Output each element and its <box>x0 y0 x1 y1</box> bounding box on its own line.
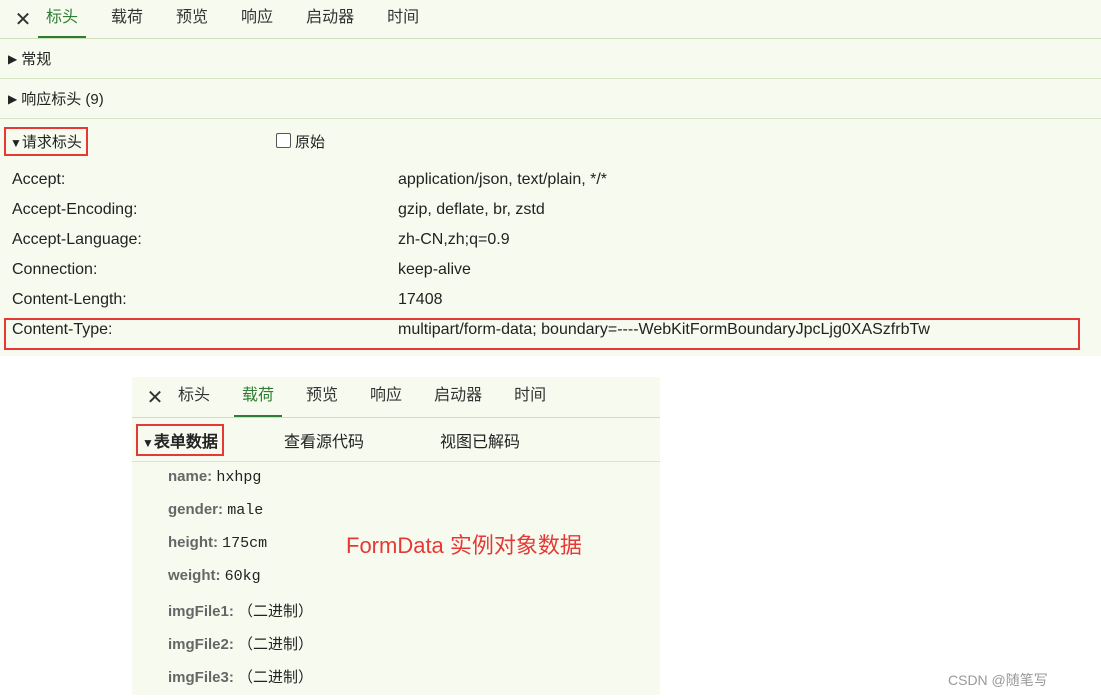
form-field: name: hxhpg <box>168 468 261 486</box>
tab-response[interactable]: 响应 <box>370 377 402 417</box>
tab-headers[interactable]: 标头 <box>38 0 87 38</box>
form-field-key: imgFile1: <box>168 603 234 620</box>
request-headers-highlight: ▼请求标头 <box>4 126 88 156</box>
header-row: Content-Length: 17408 <box>0 286 1101 316</box>
close-icon[interactable]: ✕ <box>132 385 178 410</box>
collapse-triangle-icon: ▼ <box>10 135 22 150</box>
form-field-value: male <box>227 502 264 519</box>
section-response-headers-label: 响应标头 (9) <box>21 91 104 108</box>
form-field-key: name: <box>168 468 213 485</box>
form-field-key: weight: <box>168 567 221 584</box>
form-field-value: 175cm <box>222 535 268 552</box>
form-data-label: 表单数据 <box>153 433 218 451</box>
header-name: Content-Length: <box>12 291 127 308</box>
raw-checkbox[interactable]: 原始 <box>276 131 325 152</box>
tab-bar: ✕ 标头 载荷 预览 响应 启动器 时间 <box>132 377 660 418</box>
form-data-header: ▼表单数据 查看源代码 视图已解码 <box>132 418 660 462</box>
header-row: Accept-Language: zh-CN,zh;q=0.9 <box>0 226 1101 256</box>
header-name: Accept-Language: <box>12 231 142 248</box>
expand-triangle-icon: ▶ <box>8 51 18 66</box>
header-name: Connection: <box>12 261 98 278</box>
section-general-label: 常规 <box>21 51 52 68</box>
tab-preview[interactable]: 预览 <box>176 0 208 38</box>
header-name: Accept-Encoding: <box>12 201 138 218</box>
form-field: imgFile1: （二进制） <box>168 600 313 621</box>
tab-timing[interactable]: 时间 <box>514 377 546 417</box>
header-value: zh-CN,zh;q=0.9 <box>398 231 510 248</box>
raw-checkbox-label: 原始 <box>295 134 326 151</box>
header-name: Accept: <box>12 171 66 188</box>
tab-headers[interactable]: 标头 <box>178 377 210 417</box>
form-field-value: （二进制） <box>238 670 314 687</box>
form-field: gender: male <box>168 501 263 519</box>
tab-response[interactable]: 响应 <box>241 0 273 38</box>
view-source-link[interactable]: 查看源代码 <box>284 428 364 452</box>
section-request-headers-label: 请求标头 <box>21 133 82 151</box>
header-row: Connection: keep-alive <box>0 256 1101 286</box>
headers-panel: ✕ 标头 载荷 预览 响应 启动器 时间 ▶ 常规 ▶ 响应标头 (9) ▼请求… <box>0 0 1101 356</box>
form-field-value: （二进制） <box>238 637 314 654</box>
header-value: keep-alive <box>398 261 471 278</box>
section-request-headers[interactable]: ▼请求标头 原始 <box>0 119 1101 163</box>
formdata-annotation: FormData 实例对象数据 <box>346 533 582 558</box>
content-type-highlight <box>4 318 1080 350</box>
form-field-key: imgFile2: <box>168 636 234 653</box>
tab-preview[interactable]: 预览 <box>306 377 338 417</box>
form-field: weight: 60kg <box>168 567 261 585</box>
header-value: 17408 <box>398 291 443 308</box>
form-field-value: （二进制） <box>238 604 314 621</box>
collapse-triangle-icon: ▼ <box>142 435 154 450</box>
view-decoded-link[interactable]: 视图已解码 <box>440 428 520 452</box>
form-field-value: hxhpg <box>216 469 262 486</box>
header-value: application/json, text/plain, */* <box>398 171 608 188</box>
header-row: Accept-Encoding: gzip, deflate, br, zstd <box>0 196 1101 226</box>
form-field-key: height: <box>168 534 218 551</box>
tab-initiator[interactable]: 启动器 <box>306 0 354 38</box>
tab-timing[interactable]: 时间 <box>387 0 419 38</box>
header-value: gzip, deflate, br, zstd <box>398 201 545 218</box>
tab-payload[interactable]: 载荷 <box>111 0 143 38</box>
form-data-toggle[interactable]: ▼表单数据 <box>136 423 224 456</box>
form-field-value: 60kg <box>224 568 261 585</box>
tab-initiator[interactable]: 启动器 <box>434 377 482 417</box>
form-field-key: imgFile3: <box>168 669 234 686</box>
checkbox-icon[interactable] <box>276 133 291 148</box>
form-field: imgFile3: （二进制） <box>168 666 313 687</box>
expand-triangle-icon: ▶ <box>8 91 18 106</box>
tab-bar: ✕ 标头 载荷 预览 响应 启动器 时间 <box>0 0 1101 39</box>
section-general[interactable]: ▶ 常规 <box>0 39 1101 79</box>
watermark: CSDN @随笔写 <box>948 672 1048 688</box>
header-row: Accept: application/json, text/plain, */… <box>0 166 1101 196</box>
form-field: imgFile2: （二进制） <box>168 633 313 654</box>
form-field: height: 175cm <box>168 534 267 552</box>
tab-payload[interactable]: 载荷 <box>234 377 283 417</box>
form-field-key: gender: <box>168 501 224 518</box>
section-response-headers[interactable]: ▶ 响应标头 (9) <box>0 79 1101 119</box>
